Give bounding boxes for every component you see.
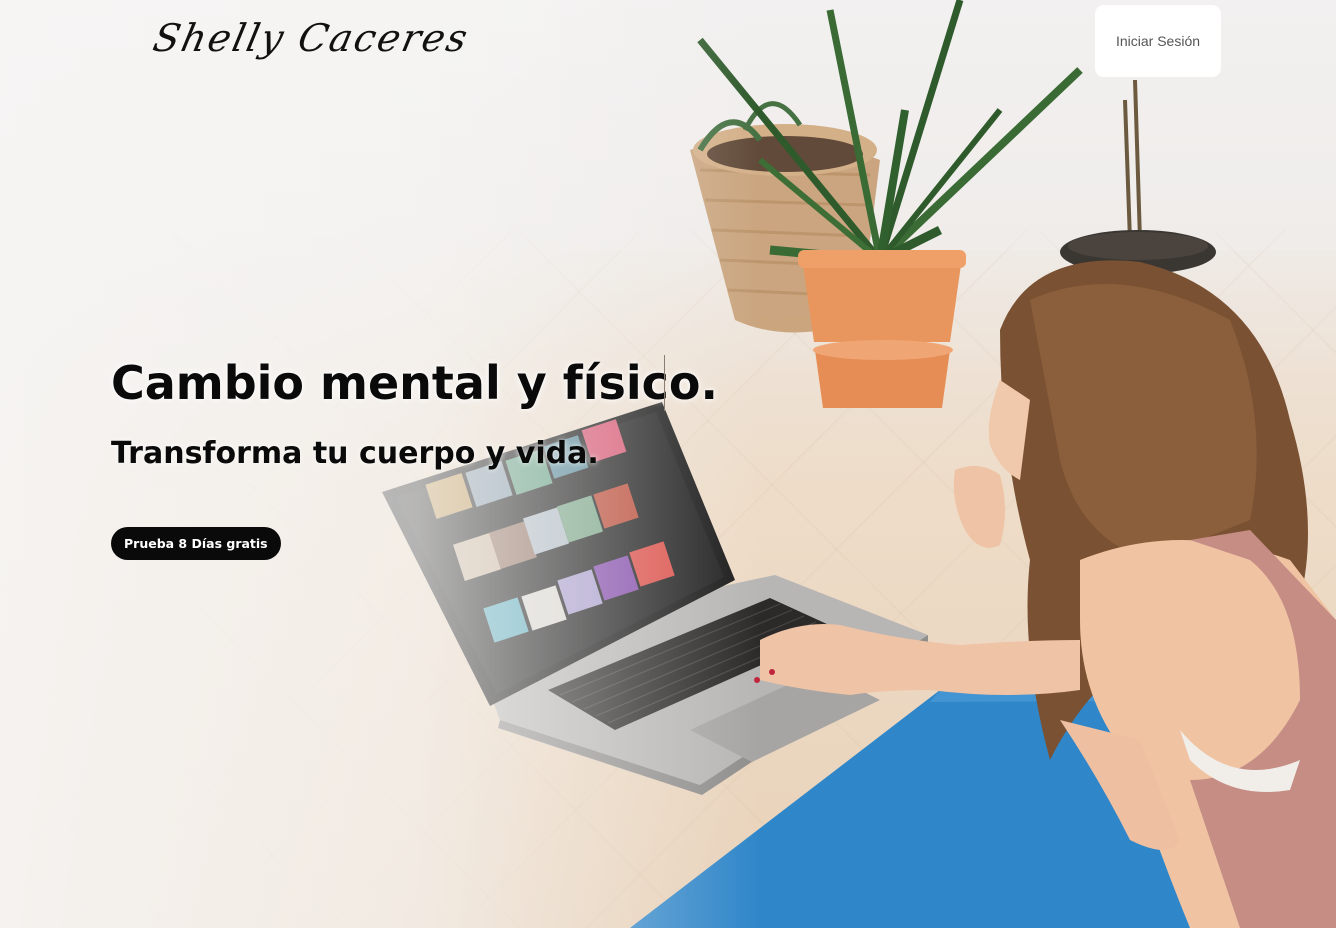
typing-caret (664, 355, 665, 411)
hero-section: Shelly Caceres Iniciar Sesión Cambio men… (0, 0, 1336, 928)
logo[interactable]: Shelly Caceres (149, 16, 473, 60)
hero-subheadline: Transforma tu cuerpo y vida. (111, 436, 599, 471)
login-button[interactable]: Iniciar Sesión (1095, 5, 1221, 77)
free-trial-button[interactable]: Prueba 8 Días gratis (111, 527, 281, 560)
hero-headline: Cambio mental y físico. (111, 356, 719, 410)
